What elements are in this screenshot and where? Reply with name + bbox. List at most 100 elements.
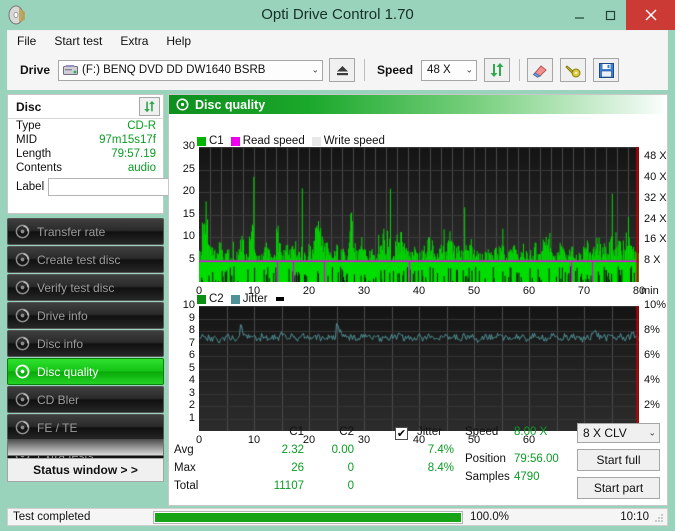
stats-panel: Avg Max Total C1 2.32 26 11107 C2 0.00 0… [169, 422, 667, 505]
disc-value-contents: audio [127, 162, 156, 174]
settings-button[interactable] [560, 58, 587, 82]
start-part-button[interactable]: Start part [577, 477, 660, 499]
sidebar-label-verify-test-disc: Verify test disc [37, 280, 115, 295]
axis-tick-label: 24 X [644, 212, 667, 225]
sidebar-label-disc-info: Disc info [37, 336, 84, 351]
sidebar-item-disc-info[interactable]: Disc info [7, 330, 164, 357]
refresh-icon [490, 63, 504, 77]
axis-tick-label: 40 X [644, 171, 667, 184]
minimize-button[interactable] [564, 0, 595, 30]
disc-gray-icon [15, 336, 30, 351]
save-button[interactable] [593, 58, 620, 82]
status-window-button[interactable]: Status window > > [7, 458, 164, 482]
menu-item-file[interactable]: File [8, 32, 45, 50]
disc-key-contents: Contents [16, 162, 63, 174]
legend-swatch-write-speed [311, 136, 321, 146]
legend-swatch-c2 [197, 294, 206, 304]
progress-bar [153, 510, 463, 524]
disc-gray-icon [15, 252, 30, 267]
disc-key-type: Type [16, 120, 41, 132]
main-header-title: Disc quality [195, 97, 266, 112]
sidebar-item-drive-info[interactable]: Drive info [7, 302, 164, 329]
disc-value-mid: 97m15s17f [99, 134, 156, 146]
legend-swatch-extra [275, 297, 284, 301]
sidebar-label-drive-info: Drive info [37, 308, 88, 323]
sidebar-item-cd-bler[interactable]: CD Bler [7, 386, 164, 413]
disc-value-type: CD-R [127, 120, 156, 132]
eject-button[interactable] [329, 58, 356, 82]
jitter-label: Jitter [417, 426, 442, 438]
toolbar-separator [364, 59, 366, 81]
axis-tick-label: 25 [182, 162, 195, 175]
drive-select[interactable]: (F:) BENQ DVD DD DW1640 BSRB ⌄ [58, 59, 324, 81]
stats-c2-total: 0 [347, 480, 354, 492]
speed-value: 48 X [427, 64, 451, 76]
maximize-button[interactable] [595, 0, 626, 30]
legend-label-read-speed: Read speed [242, 135, 305, 147]
chevron-down-icon: ⌄ [648, 427, 656, 438]
axis-tick-label: 6 [188, 349, 195, 361]
legend-label-c1: C1 [209, 135, 224, 147]
disc-key-length: Length [16, 148, 52, 160]
drive-icon [63, 64, 79, 77]
stats-c1-avg: 2.32 [281, 444, 304, 456]
speed-select[interactable]: 48 X ⌄ [421, 59, 478, 81]
refresh-button[interactable] [484, 58, 511, 82]
status-bar: Test completed 100.0% 10:10 [7, 508, 668, 526]
stats-col-header-c1: C1 [289, 426, 304, 438]
resize-grip[interactable] [654, 513, 664, 523]
refresh-icon [144, 100, 155, 113]
disc-gray-icon [15, 224, 30, 239]
sidebar-item-fe-te[interactable]: FE / TE [7, 414, 164, 441]
drive-value: (F:) BENQ DVD DD DW1640 BSRB [82, 64, 266, 76]
nav-footer-gradient [7, 439, 164, 456]
sidebar-item-disc-quality[interactable]: Disc quality [7, 358, 164, 385]
sidebar-item-transfer-rate[interactable]: Transfer rate [7, 218, 164, 245]
tools-icon [564, 64, 581, 77]
toolbar-separator-2 [519, 59, 521, 81]
menu-item-extra[interactable]: Extra [111, 32, 157, 50]
stats-jitter-max: 8.4% [427, 462, 454, 474]
app-icon [6, 4, 28, 26]
toolbar: Drive (F:) BENQ DVD DD DW1640 BSRB ⌄ Spe… [7, 50, 668, 90]
sidebar-label-disc-quality: Disc quality [37, 364, 99, 379]
erase-button[interactable] [527, 58, 554, 82]
speed-stat-value: 8.00 X [514, 426, 548, 438]
menu-item-start-test[interactable]: Start test [45, 32, 111, 50]
jitter-checkbox[interactable]: ✔ [395, 427, 408, 440]
axis-tick-label: 48 X [644, 150, 667, 163]
sidebar-label-cd-bler: CD Bler [37, 392, 80, 407]
axis-tick-label: 10 [182, 299, 195, 311]
drive-label: Drive [20, 63, 51, 77]
sidebar-item-create-test-disc[interactable]: Create test disc [7, 246, 164, 273]
stats-jitter-avg: 7.4% [427, 444, 454, 456]
disc-row-length: Length 79:57.19 [8, 147, 163, 161]
speed-label: Speed [377, 63, 414, 77]
main-panel: Disc quality C1 Read speed Write speed 5… [168, 94, 668, 506]
start-full-button[interactable]: Start full [577, 449, 660, 471]
sidebar-label-fe-te: FE / TE [37, 420, 78, 435]
menu-item-help[interactable]: Help [157, 32, 200, 50]
elapsed-time: 10:10 [620, 511, 649, 523]
chevron-down-icon: ⌄ [311, 64, 320, 75]
axis-tick-label: 2% [644, 399, 660, 411]
position-stat-label: Position [465, 453, 506, 465]
disc-row-contents: Contents audio [8, 161, 163, 175]
menu-bar: File Start test Extra Help [7, 30, 668, 50]
write-speed-select[interactable]: 8 X CLV ⌄ [577, 423, 660, 443]
samples-stat-value: 4790 [514, 471, 540, 483]
disc-gray-icon [15, 392, 30, 407]
legend-swatch-c1 [197, 136, 206, 146]
stats-row-label-avg: Avg [174, 444, 194, 456]
legend-label-c2: C2 [209, 293, 224, 305]
status-message: Test completed [13, 511, 91, 523]
axis-tick-label: 10% [644, 299, 667, 311]
axis-tick-label: 50 [467, 285, 481, 297]
disc-refresh-button[interactable] [139, 97, 160, 116]
disc-gray-icon [15, 280, 30, 295]
stats-c2-max: 0 [347, 462, 354, 474]
legend-swatch-read-speed [230, 136, 240, 146]
sidebar-item-verify-test-disc[interactable]: Verify test disc [7, 274, 164, 301]
stats-row-label-total: Total [174, 480, 199, 492]
close-button[interactable] [626, 0, 675, 30]
